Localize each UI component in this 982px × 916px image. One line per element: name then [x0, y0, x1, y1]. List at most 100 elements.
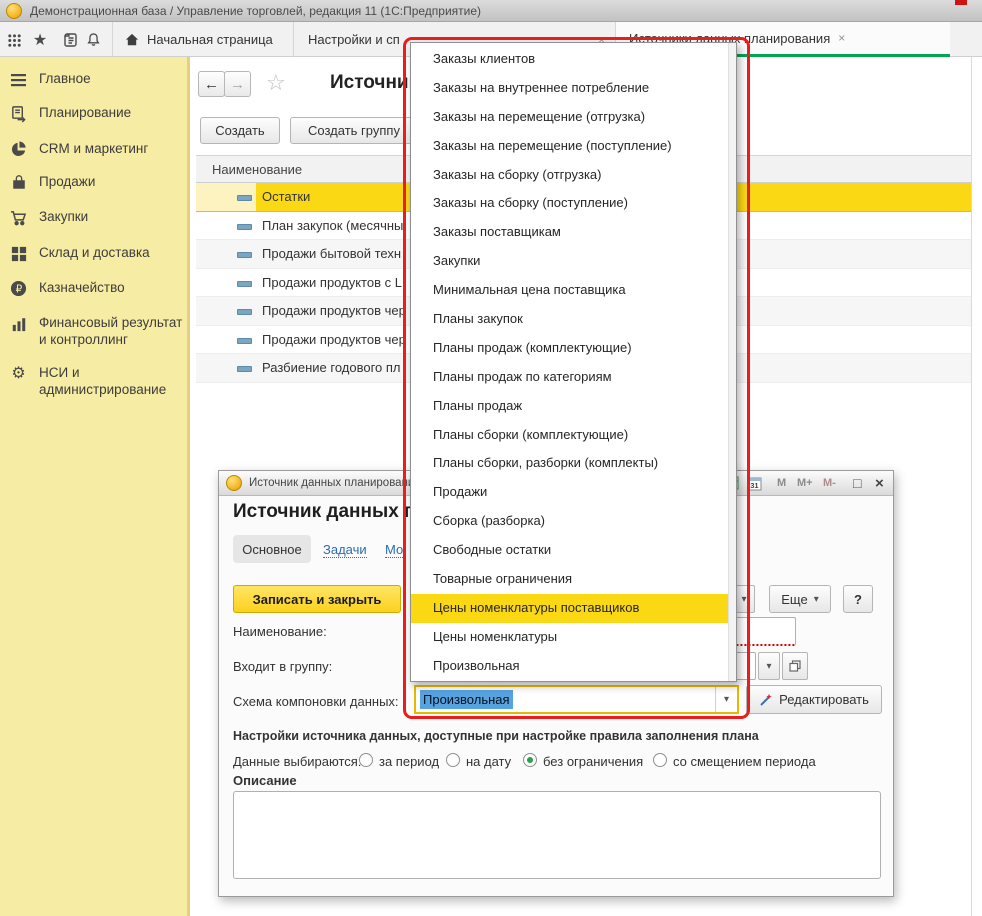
- finance-chart-icon: [9, 314, 28, 333]
- dropdown-item[interactable]: Планы продаж: [411, 392, 736, 421]
- dropdown-item-highlighted[interactable]: Цены номенклатуры поставщиков: [411, 594, 736, 623]
- group-dropdown-arrow[interactable]: ▾: [758, 652, 780, 680]
- favorites-star-icon[interactable]: ★: [30, 30, 50, 50]
- svg-text:₽: ₽: [16, 284, 23, 295]
- edit-schema-button[interactable]: Редактировать: [746, 685, 882, 714]
- data-select-label: Данные выбираются:: [233, 754, 361, 769]
- app-window: Демонстрационная база / Управление торго…: [0, 0, 982, 916]
- magic-wand-icon: [759, 693, 773, 707]
- dialog-tab-my[interactable]: Мо: [385, 542, 403, 558]
- menu-icon: [9, 70, 28, 89]
- sidebar-item-warehouse[interactable]: Склад и доставка: [0, 244, 188, 263]
- item-dash-icon: [237, 281, 252, 287]
- description-textarea[interactable]: [233, 791, 881, 879]
- home-icon: [125, 33, 139, 47]
- dropdown-item[interactable]: Свободные остатки: [411, 536, 736, 565]
- content-right-border: [971, 57, 972, 916]
- dropdown-item[interactable]: Минимальная цена поставщика: [411, 276, 736, 305]
- schema-selected-value: Произвольная: [420, 690, 513, 709]
- dropdown-item[interactable]: Планы продаж (комплектующие): [411, 334, 736, 363]
- save-and-close-button[interactable]: Записать и закрыть: [233, 585, 401, 613]
- window-close-button-sliver[interactable]: [955, 0, 967, 5]
- tab-close-icon[interactable]: ×: [838, 31, 845, 45]
- calendar-icon[interactable]: 31: [747, 476, 762, 491]
- more-button[interactable]: Еще▾: [769, 585, 831, 613]
- dropdown-item[interactable]: Товарные ограничения: [411, 565, 736, 594]
- notifications-bell-icon[interactable]: [83, 30, 103, 50]
- dropdown-item[interactable]: Цены номенклатуры: [411, 623, 736, 652]
- create-button[interactable]: Создать: [200, 117, 280, 144]
- radio-label[interactable]: без ограничения: [543, 754, 643, 769]
- dropdown-item[interactable]: Заказы на перемещение (отгрузка): [411, 103, 736, 132]
- back-button[interactable]: ←: [198, 71, 225, 97]
- item-dash-icon: [237, 195, 252, 201]
- combo-dropdown-arrow[interactable]: ▾: [715, 687, 737, 712]
- dialog-close-icon[interactable]: ×: [875, 475, 884, 492]
- sidebar-item-finance[interactable]: Финансовый результат и контроллинг: [0, 314, 188, 348]
- window-titlebar: Демонстрационная база / Управление торго…: [0, 0, 982, 22]
- dialog-tab-main[interactable]: Основное: [233, 535, 311, 563]
- item-dash-icon: [237, 224, 252, 230]
- dialog-tab-tasks[interactable]: Задачи: [323, 542, 367, 558]
- dropdown-item[interactable]: Заказы на перемещение (поступление): [411, 132, 736, 161]
- item-dash-icon: [237, 252, 252, 258]
- sidebar-item-main[interactable]: Главное: [0, 70, 188, 89]
- radio-na-datu[interactable]: [446, 753, 460, 767]
- planning-icon: [9, 104, 28, 123]
- dropdown-item[interactable]: Планы закупок: [411, 305, 736, 334]
- dropdown-item[interactable]: Продажи: [411, 478, 736, 507]
- schema-combobox[interactable]: Произвольная ▾: [414, 685, 739, 714]
- forward-button[interactable]: →: [224, 71, 251, 97]
- help-button[interactable]: ?: [843, 585, 873, 613]
- group-open-icon[interactable]: [782, 652, 808, 680]
- m-plus-button[interactable]: M+: [797, 477, 813, 489]
- create-group-button[interactable]: Создать группу: [290, 117, 418, 144]
- dropdown-item[interactable]: Сборка (разборка): [411, 507, 736, 536]
- window-title: Демонстрационная база / Управление торго…: [30, 4, 481, 18]
- dialog-1c-icon: [226, 475, 242, 491]
- data-source-dropdown-list: Заказы клиентов Заказы на внутреннее пот…: [410, 42, 737, 682]
- sidebar-item-crm[interactable]: CRM и маркетинг: [0, 140, 188, 159]
- radio-za-period[interactable]: [359, 753, 373, 767]
- sections-menu-icon[interactable]: [4, 30, 24, 50]
- settings-gear-icon: ⚙: [9, 364, 28, 383]
- sidebar-item-sales[interactable]: Продажи: [0, 173, 188, 192]
- dropdown-item[interactable]: Планы продаж по категориям: [411, 363, 736, 392]
- dropdown-item[interactable]: Заказы клиентов: [411, 45, 736, 74]
- item-dash-icon: [237, 366, 252, 372]
- dialog-titlebar-title: Источник данных планировани:: [249, 477, 418, 489]
- radio-bez-ogranicheniya[interactable]: [523, 753, 537, 767]
- m-minus-button[interactable]: M-: [823, 477, 836, 489]
- radio-label[interactable]: за период: [379, 754, 439, 769]
- sales-bag-icon: [9, 173, 28, 192]
- dropdown-scrollbar[interactable]: [728, 43, 736, 681]
- sidebar-item-planning[interactable]: Планирование: [0, 104, 188, 123]
- dropdown-item[interactable]: Планы сборки (комплектующие): [411, 421, 736, 450]
- dropdown-item[interactable]: Заказы на сборку (поступление): [411, 189, 736, 218]
- radio-label[interactable]: со смещением периода: [673, 754, 816, 769]
- app-logo-icon: [6, 3, 22, 19]
- settings-section-header: Настройки источника данных, доступные пр…: [233, 729, 759, 743]
- svg-text:31: 31: [750, 481, 758, 490]
- sidebar-item-treasury[interactable]: ₽ Казначейство: [0, 279, 188, 298]
- dialog-maximize-icon[interactable]: □: [853, 475, 861, 491]
- dropdown-item[interactable]: Планы сборки, разборки (комплекты): [411, 449, 736, 478]
- radio-so-smescheniem[interactable]: [653, 753, 667, 767]
- history-scroll-icon[interactable]: [60, 30, 80, 50]
- schema-field-label: Схема компоновки данных:: [233, 694, 399, 709]
- dropdown-item[interactable]: Заказы на внутреннее потребление: [411, 74, 736, 103]
- favorite-star-icon[interactable]: ☆: [266, 70, 286, 96]
- radio-label[interactable]: на дату: [466, 754, 511, 769]
- dropdown-item[interactable]: Закупки: [411, 247, 736, 276]
- sidebar-item-purchases[interactable]: Закупки: [0, 208, 188, 227]
- chevron-down-icon: ▾: [814, 594, 819, 605]
- dropdown-item[interactable]: Заказы поставщикам: [411, 218, 736, 247]
- m-button[interactable]: M: [777, 477, 786, 489]
- sidebar-item-nsi-admin[interactable]: ⚙ НСИ и администрирование: [0, 364, 188, 398]
- dropdown-item[interactable]: Произвольная: [411, 652, 736, 681]
- treasury-ruble-icon: ₽: [9, 279, 28, 298]
- crm-pie-icon: [9, 140, 28, 159]
- tab-home[interactable]: Начальная страница: [112, 22, 293, 57]
- dropdown-item[interactable]: Заказы на сборку (отгрузка): [411, 161, 736, 190]
- purchases-cart-icon: [9, 208, 28, 227]
